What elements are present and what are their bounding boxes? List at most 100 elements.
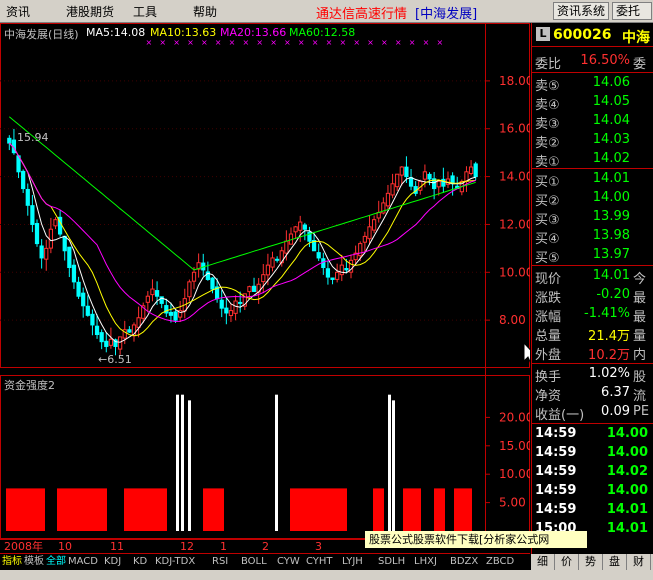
panel-button-1[interactable]: 价 xyxy=(555,554,579,570)
stat-row-4: 外盘 10.2万内 xyxy=(532,343,653,363)
tick-price: 14.01 xyxy=(606,502,648,517)
candle-body xyxy=(136,317,141,328)
menu-item-help[interactable]: 帮助 xyxy=(193,3,217,20)
tab-boll[interactable]: BOLL xyxy=(241,555,267,569)
weibi-label: 委比 xyxy=(535,57,562,72)
candle-body xyxy=(71,264,77,283)
indicator-red-block xyxy=(434,488,445,531)
buy-row-5: 买⑤ 13.97 xyxy=(532,246,653,266)
candle-body xyxy=(21,170,26,190)
date-axis-label: 3 xyxy=(315,540,322,553)
tab-macd[interactable]: MACD xyxy=(68,555,98,569)
tab-lyjh[interactable]: LYJH xyxy=(342,555,363,569)
info-system-button[interactable]: 资讯系统 xyxy=(553,2,610,20)
stat2-row-0-value: 1.02% xyxy=(588,366,630,381)
signal-mark: × xyxy=(256,38,263,47)
candle-body xyxy=(316,252,321,259)
tab-kd[interactable]: KD xyxy=(133,555,147,569)
candle-body xyxy=(473,163,478,178)
stat-row-3-label: 总量 xyxy=(535,329,562,344)
indicator-white-bar xyxy=(188,400,191,531)
high-annotation: 15.94 xyxy=(17,131,49,144)
l-icon[interactable]: L xyxy=(536,27,550,41)
tick-row: 14:59 14.01 xyxy=(532,501,653,520)
app-window: 资讯 港股期货 工具 帮助 通达信高速行情 [中海发展] 资讯系统 委托 18.… xyxy=(0,0,653,580)
signal-mark: × xyxy=(367,38,374,47)
indicator-axis-label: 5.00 xyxy=(499,496,526,510)
candle-body xyxy=(150,288,155,296)
tab-bdzx[interactable]: BDZX xyxy=(450,555,478,569)
tab-kdj[interactable]: KDJ xyxy=(104,555,121,569)
stat-row-0-value: 14.01 xyxy=(592,268,630,283)
indicator-tab-bar: 指标 模板 全部 MACD KDJ KD KDJ-TDX RSI BOLL CYW CYHT LYJH… xyxy=(0,553,530,570)
date-axis-label: 1 xyxy=(220,540,227,553)
indicator-white-bar xyxy=(392,400,395,531)
kline-chart[interactable]: 18.00 16.00 14.00 12.00 10.00 8.00 × × × × × × × × × × ×… xyxy=(0,23,530,553)
menu-item-tools[interactable]: 工具 xyxy=(133,3,157,20)
signal-mark: × xyxy=(159,38,166,47)
stat-row-3-value: 21.4万 xyxy=(588,329,630,344)
candle-body xyxy=(261,274,266,283)
stat2-row-0-label: 换手 xyxy=(535,370,562,385)
stat2-row-1: 净资 6.37 流 xyxy=(532,384,653,404)
divider xyxy=(532,363,653,364)
price-axis-label: 10.00 xyxy=(499,265,530,279)
candle-body xyxy=(67,246,72,269)
tab-cyht[interactable]: CYHT xyxy=(306,555,333,569)
menu-item-news[interactable]: 资讯 xyxy=(6,3,30,20)
tab-zbcd[interactable]: ZBCD xyxy=(486,555,514,569)
candle-body xyxy=(395,173,400,188)
candle-body xyxy=(191,271,197,282)
stat2-row-1-label: 净资 xyxy=(535,389,562,404)
signal-mark: × xyxy=(326,38,333,47)
date-axis-label: 10 xyxy=(58,540,72,553)
sell-row-2: 卖② 14.03 xyxy=(532,131,653,151)
order-button[interactable]: 委托 xyxy=(612,2,652,20)
panel-button-0[interactable]: 细 xyxy=(531,554,555,570)
tab-sdlh[interactable]: SDLH xyxy=(378,555,405,569)
candle-body xyxy=(30,205,35,225)
price-axis-label: 16.00 xyxy=(499,122,530,136)
candle-body xyxy=(25,188,30,206)
candle-body xyxy=(247,286,252,293)
stat2-row-0: 换手 1.02% 股 xyxy=(532,365,653,385)
tab-模板[interactable]: 模板 xyxy=(24,555,44,569)
tab-cyw[interactable]: CYW xyxy=(277,555,300,569)
buy-row-4-value: 13.98 xyxy=(592,228,630,243)
menu-item-hk-futures[interactable]: 港股期货 xyxy=(66,3,114,20)
candle-body xyxy=(385,192,391,207)
tab-指标[interactable]: 指标 xyxy=(2,555,22,569)
promo-banner[interactable]: 股票公式股票软件下载[分析家公式网www.88gs.com] xyxy=(365,531,587,563)
ma60-line xyxy=(8,116,476,271)
sell-row-2-label: 卖② xyxy=(535,136,560,151)
candle-body xyxy=(99,332,104,343)
candle-body xyxy=(154,290,160,297)
tab-kdj-tdx[interactable]: KDJ-TDX xyxy=(155,555,195,569)
stat-row-4-ext: 内 xyxy=(633,348,647,363)
buy-row-1-value: 14.01 xyxy=(592,171,630,186)
price-panel-frame xyxy=(0,23,530,368)
sell-row-5-value: 14.06 xyxy=(592,75,630,90)
stat-row-4-label: 外盘 xyxy=(535,348,562,363)
tab-rsi[interactable]: RSI xyxy=(212,555,228,569)
tab-全部[interactable]: 全部 xyxy=(46,555,66,569)
app-title-stock: [中海发展] xyxy=(415,7,478,22)
stock-name: 中海 xyxy=(622,30,650,46)
panel-button-2[interactable]: 势 xyxy=(579,554,603,570)
tab-lhxj[interactable]: LHXJ xyxy=(414,555,437,569)
stat2-row-2-value: 0.09 xyxy=(601,404,630,419)
signal-mark: × xyxy=(229,38,236,47)
buy-row-2: 买② 14.00 xyxy=(532,189,653,209)
indicator-axis-label: 15.00 xyxy=(499,439,530,453)
kline-chart-area[interactable]: 18.00 16.00 14.00 12.00 10.00 8.00 × × × × × × × × × × ×… xyxy=(0,23,530,553)
panel-button-4[interactable]: 财 xyxy=(627,554,651,570)
indicator-white-bar xyxy=(176,394,179,531)
buy-row-1: 买① 14.01 xyxy=(532,170,653,190)
quote-header: L 600026 中海 xyxy=(532,25,653,46)
panel-button-3[interactable]: 盘 xyxy=(603,554,627,570)
indicator-red-block xyxy=(454,488,472,531)
indicator-red-block xyxy=(124,488,167,531)
candle-body xyxy=(81,292,86,307)
low-annotation: ←6.51 xyxy=(98,353,132,366)
buy-row-3-value: 13.99 xyxy=(592,209,630,224)
